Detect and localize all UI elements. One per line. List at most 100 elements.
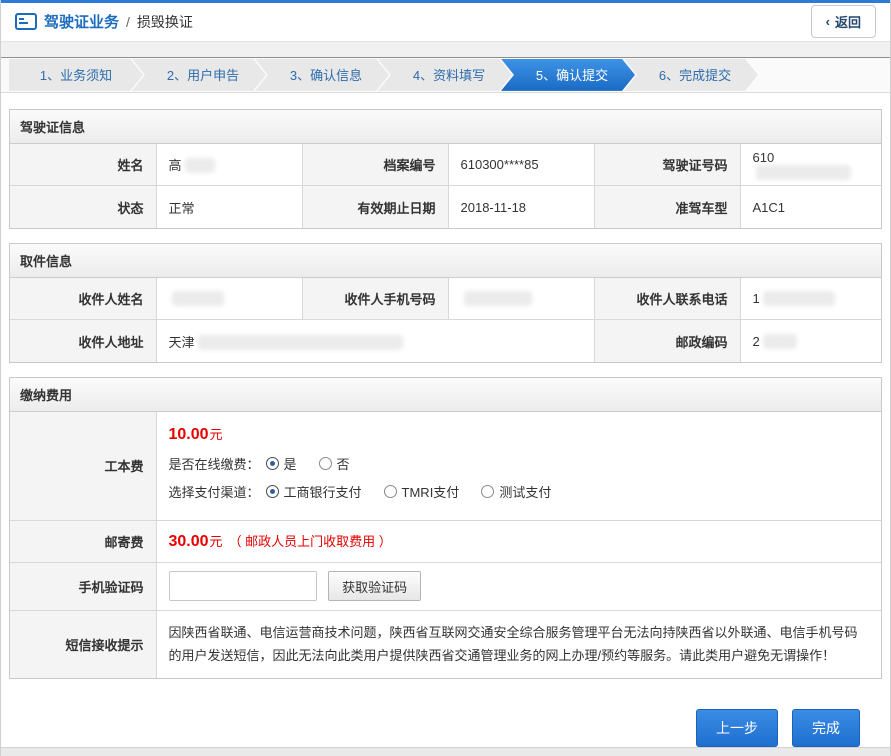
- recipient-mobile-value: [448, 278, 594, 320]
- redacted-text: [763, 334, 797, 349]
- address-value-text: 天津: [169, 335, 195, 350]
- postage-fee-cell: 30.00元 （ 邮政人员上门收取费用 ）: [156, 520, 881, 562]
- redacted-text: [756, 165, 851, 180]
- name-label: 姓名: [10, 144, 156, 186]
- production-fee-amount-line: 10.00元: [169, 424, 870, 444]
- get-code-button[interactable]: 获取验证码: [328, 571, 421, 601]
- table-row: 工本费 10.00元 是否在线缴费： 是: [10, 412, 881, 521]
- radio-online-pay-yes[interactable]: 是: [266, 454, 297, 473]
- radio-checked-icon: [266, 485, 279, 498]
- radio-label: 工商银行支付: [284, 482, 362, 501]
- table-row: 手机验证码 获取验证码: [10, 562, 881, 610]
- radio-channel-tmri[interactable]: TMRI支付: [384, 482, 460, 501]
- postage-fee-amount: 30.00: [169, 533, 209, 550]
- section-license-info: 驾驶证信息 姓名 高 档案编号 610300****85 驾驶证号码 610 状…: [9, 109, 882, 229]
- file-no-label: 档案编号: [302, 144, 448, 186]
- step-6-complete-submit: 6、完成提交: [624, 59, 758, 91]
- step-2-user-declaration: 2、用户申告: [132, 59, 266, 91]
- section-title-pickup-info: 取件信息: [10, 244, 881, 278]
- redacted-text: [172, 291, 224, 306]
- sms-code-label: 手机验证码: [10, 562, 156, 610]
- step-label: 2、用户申告: [167, 65, 239, 84]
- expiry-label: 有效期止日期: [302, 186, 448, 228]
- license-no-label: 驾驶证号码: [594, 144, 740, 186]
- production-fee-label: 工本费: [10, 412, 156, 521]
- recipient-phone-label: 收件人联系电话: [594, 278, 740, 320]
- recipient-phone-value: 1: [740, 278, 881, 320]
- radio-label: 否: [337, 454, 350, 473]
- recipient-mobile-label: 收件人手机号码: [302, 278, 448, 320]
- radio-unchecked-icon: [319, 457, 332, 470]
- recipient-name-value: [156, 278, 302, 320]
- back-button[interactable]: ‹ 返回: [811, 5, 876, 38]
- footer-actions: 上一步 完成: [1, 693, 890, 747]
- section-title-fees: 缴纳费用: [10, 378, 881, 412]
- license-no-value-text: 610: [753, 150, 775, 165]
- redacted-text: [198, 335, 403, 350]
- online-pay-label: 是否在线缴费：: [169, 454, 260, 473]
- step-5-confirm-submit-active: 5、确认提交: [501, 59, 635, 91]
- table-row: 状态 正常 有效期止日期 2018-11-18 准驾车型 A1C1: [10, 186, 881, 228]
- step-label: 6、完成提交: [659, 65, 731, 84]
- radio-unchecked-icon: [481, 485, 494, 498]
- license-info-table: 姓名 高 档案编号 610300****85 驾驶证号码 610 状态 正常 有…: [10, 144, 881, 228]
- finish-button[interactable]: 完成: [792, 709, 860, 747]
- step-label: 1、业务须知: [40, 65, 112, 84]
- breadcrumb-current: 损毁换证: [137, 12, 193, 32]
- postcode-value-text: 2: [753, 334, 760, 349]
- breadcrumb-divider: /: [126, 14, 130, 30]
- previous-step-button[interactable]: 上一步: [696, 709, 778, 747]
- step-label: 3、确认信息: [290, 65, 362, 84]
- online-pay-row: 是否在线缴费： 是 否: [169, 454, 870, 473]
- redacted-text: [185, 158, 215, 173]
- radio-checked-icon: [266, 457, 279, 470]
- postcode-value: 2: [740, 320, 881, 362]
- header-gap: [1, 42, 890, 57]
- step-4-fill-materials: 4、资料填写: [378, 59, 512, 91]
- expiry-value: 2018-11-18: [448, 186, 594, 228]
- header: 驾驶证业务 / 损毁换证 ‹ 返回: [1, 3, 890, 42]
- step-label: 4、资料填写: [413, 65, 485, 84]
- postcode-label: 邮政编码: [594, 320, 740, 362]
- license-no-value: 610: [740, 144, 881, 186]
- license-business-icon: [15, 13, 37, 30]
- pay-channel-row: 选择支付渠道： 工商银行支付 TMRI支付 测试支付: [169, 482, 870, 501]
- recipient-name-label: 收件人姓名: [10, 278, 156, 320]
- postage-fee-label: 邮寄费: [10, 520, 156, 562]
- sms-code-input[interactable]: [169, 571, 317, 601]
- bottom-strip: [1, 747, 890, 756]
- production-fee-amount: 10.00: [169, 426, 209, 443]
- page-title: 驾驶证业务: [44, 11, 119, 32]
- step-1-business-notice: 1、业务须知: [9, 59, 143, 91]
- radio-channel-test[interactable]: 测试支付: [481, 482, 551, 501]
- section-title-license-info: 驾驶证信息: [10, 110, 881, 144]
- sms-tip-label: 短信接收提示: [10, 610, 156, 677]
- pickup-info-table: 收件人姓名 收件人手机号码 收件人联系电话 1 收件人地址 天津 邮政编码 2: [10, 278, 881, 362]
- name-value: 高: [156, 144, 302, 186]
- redacted-text: [763, 291, 835, 306]
- step-3-confirm-info: 3、确认信息: [255, 59, 389, 91]
- table-row: 收件人姓名 收件人手机号码 收件人联系电话 1: [10, 278, 881, 320]
- radio-unchecked-icon: [384, 485, 397, 498]
- radio-label: 测试支付: [499, 482, 551, 501]
- yuan-unit: 元: [210, 534, 223, 549]
- radio-channel-icbc[interactable]: 工商银行支付: [266, 482, 362, 501]
- production-fee-cell: 10.00元 是否在线缴费： 是 否: [156, 412, 881, 521]
- pay-channel-label: 选择支付渠道：: [169, 482, 260, 501]
- redacted-text: [464, 291, 532, 306]
- table-row: 姓名 高 档案编号 610300****85 驾驶证号码 610: [10, 144, 881, 186]
- breadcrumb: 驾驶证业务 / 损毁换证: [15, 11, 193, 32]
- vehicle-class-label: 准驾车型: [594, 186, 740, 228]
- back-button-label: 返回: [835, 12, 861, 31]
- postage-note: （ 邮政人员上门收取费用 ）: [229, 534, 392, 549]
- page: 驾驶证业务 / 损毁换证 ‹ 返回 1、业务须知 2、用户申告 3、确认信息 4…: [0, 0, 891, 756]
- table-row: 邮寄费 30.00元 （ 邮政人员上门收取费用 ）: [10, 520, 881, 562]
- step-label: 5、确认提交: [536, 65, 608, 84]
- radio-online-pay-no[interactable]: 否: [319, 454, 350, 473]
- table-row: 短信接收提示 因陕西省联通、电信运营商技术问题，陕西省互联网交通安全综合服务管理…: [10, 610, 881, 677]
- status-label: 状态: [10, 186, 156, 228]
- chevron-left-icon: ‹: [826, 14, 830, 29]
- status-value: 正常: [156, 186, 302, 228]
- address-value: 天津: [156, 320, 594, 362]
- step-progress-bar: 1、业务须知 2、用户申告 3、确认信息 4、资料填写 5、确认提交 6、完成提…: [1, 57, 890, 93]
